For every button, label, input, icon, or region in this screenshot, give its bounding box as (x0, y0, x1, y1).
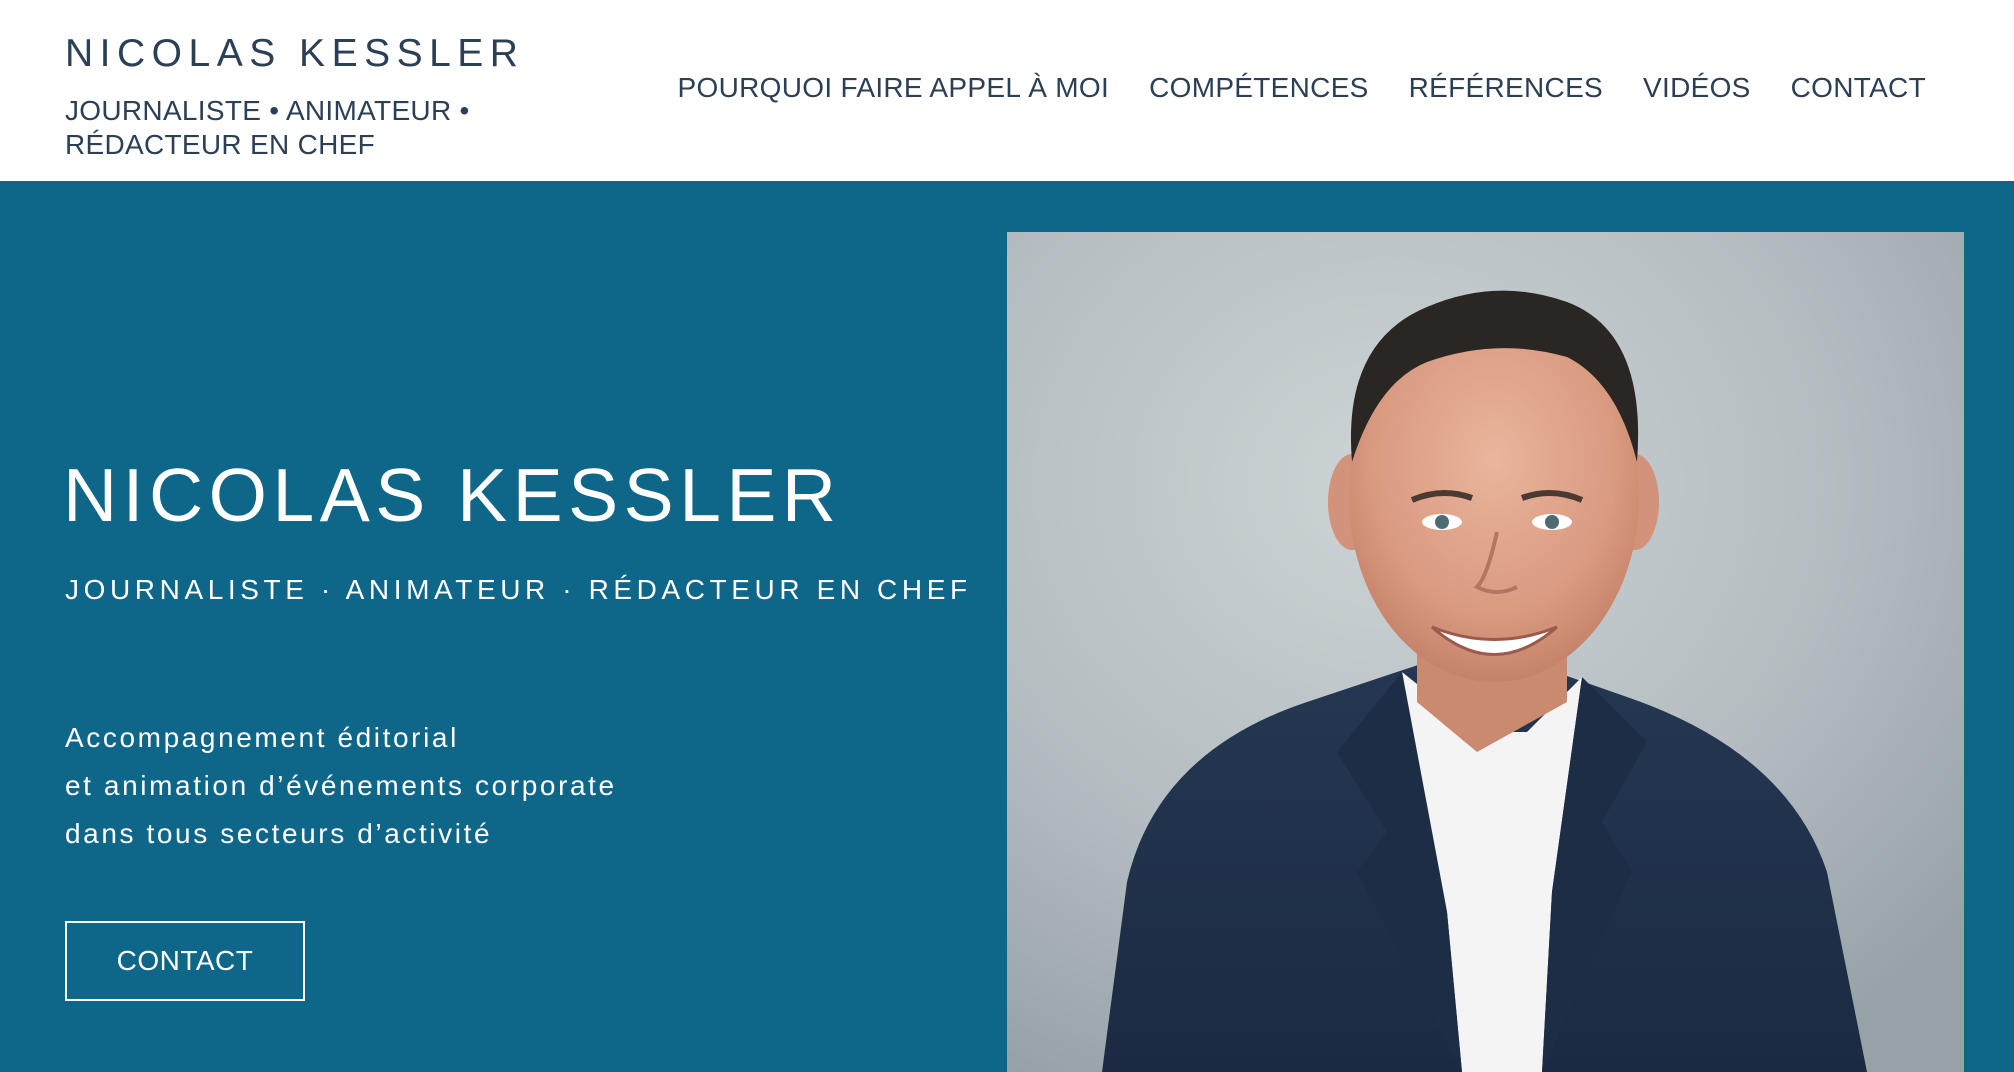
site-header: NICOLAS KESSLER JOURNALISTE • ANIMATEUR … (0, 0, 2014, 181)
brand-tagline: JOURNALISTE • ANIMATEUR • RÉDACTEUR EN C… (65, 95, 470, 160)
nav-link-pourquoi[interactable]: POURQUOI FAIRE APPEL À MOI (678, 68, 1110, 108)
hero-description-line: dans tous secteurs d’activité (65, 818, 493, 849)
hero-description: Accompagnement éditorial et animation d’… (65, 714, 617, 858)
hero-title: NICOLAS KESSLER (63, 453, 842, 537)
main-nav: POURQUOI FAIRE APPEL À MOI COMPÉTENCES R… (678, 68, 1926, 108)
portrait-illustration (1007, 232, 1964, 1072)
nav-link-videos[interactable]: VIDÉOS (1643, 68, 1751, 108)
hero-description-line: et animation d’événements corporate (65, 770, 617, 801)
contact-button[interactable]: CONTACT (65, 921, 305, 1001)
nav-link-competences[interactable]: COMPÉTENCES (1149, 68, 1369, 108)
hero-subtitle: JOURNALISTE · ANIMATEUR · RÉDACTEUR EN C… (65, 574, 972, 605)
brand[interactable]: NICOLAS KESSLER JOURNALISTE • ANIMATEUR … (65, 32, 535, 162)
brand-name[interactable]: NICOLAS KESSLER (65, 32, 535, 76)
nav-link-contact[interactable]: CONTACT (1791, 68, 1926, 108)
nav-link-references[interactable]: RÉFÉRENCES (1409, 68, 1603, 108)
portrait-photo (1007, 232, 1964, 1072)
hero-description-line: Accompagnement éditorial (65, 722, 459, 753)
